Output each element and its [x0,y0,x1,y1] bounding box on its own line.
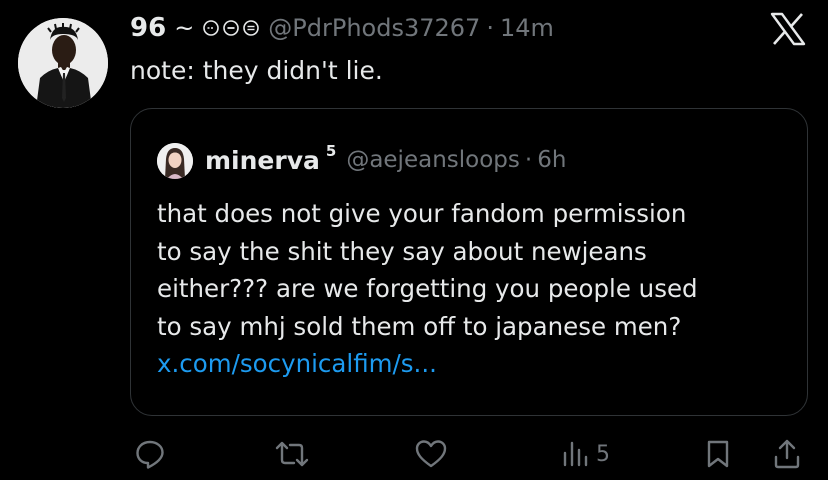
share-button[interactable] [772,432,802,476]
views-count: 5 [596,441,610,467]
reply-button[interactable] [134,432,166,476]
avatar-image [18,18,108,108]
quote-header-dot: · [524,147,533,173]
quote-author-handle[interactable]: @aejeansloops [346,147,520,173]
author-avatar[interactable] [18,18,108,108]
tweet-time[interactable]: 14m [500,14,554,42]
quote-time[interactable]: 6h [537,147,566,173]
quote-text-line: to say mhj sold them off to japanese men… [157,311,682,341]
reply-icon [136,440,164,469]
views-button[interactable]: 5 [562,432,610,476]
quote-author-avatar[interactable] [157,143,193,179]
action-bar: 5 [0,432,828,476]
quote-text-line: either??? are we forgetting you people u… [157,274,698,303]
author-name[interactable]: 96 [130,13,166,43]
bookmark-icon [707,440,729,468]
quote-text-line: that does not give your fandom permissio… [157,199,687,228]
bookmark-button[interactable] [704,432,732,476]
quoted-tweet[interactable]: minerva 5 @aejeansloops · 6h that does n… [130,108,808,416]
repost-button[interactable] [274,432,310,476]
tweet-header: 96 ~ @PdrPhods37267 · 14m [130,10,554,46]
author-handle[interactable]: @PdrPhods37267 [268,14,480,42]
quote-text: that does not give your fandom permissio… [157,195,797,383]
quote-header: minerva 5 @aejeansloops · 6h [205,141,566,179]
share-icon [774,439,800,469]
quote-link[interactable]: x.com/socynicalfim/s... [157,345,797,383]
name-emojis [202,19,260,37]
circle-minus-icon [223,20,240,36]
tweet-text: note: they didn't lie. [130,56,383,85]
like-button[interactable] [414,432,448,476]
circle-dash-icon [203,20,220,36]
quote-text-line: to say the shit they say about newjeans [157,236,647,266]
circle-equal-icon [243,20,260,36]
repost-icon [275,441,309,467]
name-separator: ~ [174,14,195,42]
quote-name-badge: 5 [325,142,337,160]
views-chart-icon [563,441,588,467]
quote-avatar-image [157,143,193,179]
header-dot: · [486,14,494,42]
quote-author-name[interactable]: minerva [205,146,320,175]
x-logo-icon[interactable] [770,12,806,46]
heart-icon [415,440,447,468]
